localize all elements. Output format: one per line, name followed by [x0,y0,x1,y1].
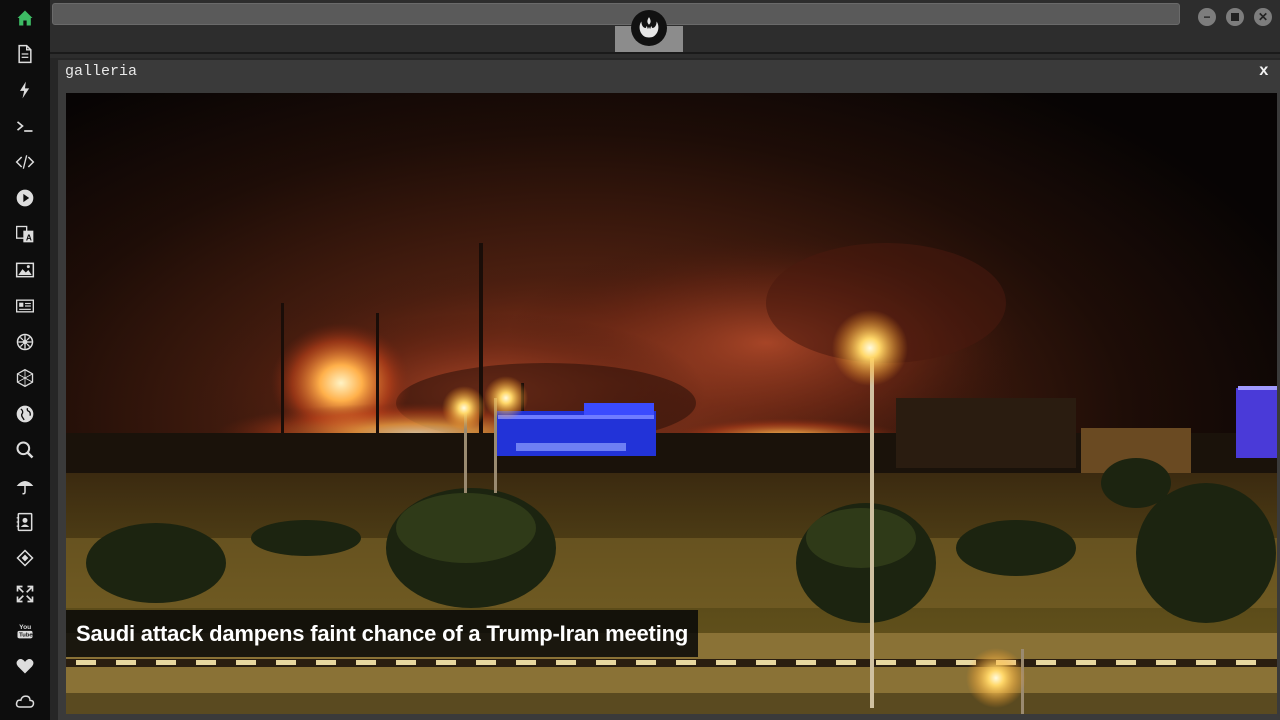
translate-icon[interactable]: A [13,222,37,246]
globe-icon[interactable] [13,402,37,426]
svg-text:You: You [19,624,31,631]
settings-icon[interactable] [13,330,37,354]
close-window-button[interactable]: ✕ [1254,8,1272,26]
contact-icon[interactable] [13,510,37,534]
document-icon[interactable] [13,42,37,66]
minimize-icon: − [1203,10,1211,24]
fullscreen-icon[interactable] [13,582,37,606]
maximize-icon [1231,13,1239,21]
image-icon[interactable] [13,258,37,282]
search-icon[interactable] [13,438,37,462]
cloud-icon[interactable] [13,690,37,714]
home-icon[interactable] [13,6,37,30]
minimize-button[interactable]: − [1198,8,1216,26]
code-icon[interactable] [13,150,37,174]
top-divider [50,52,1280,54]
maximize-button[interactable] [1226,8,1244,26]
close-icon: ✕ [1257,10,1269,24]
image-caption: Saudi attack dampens faint chance of a T… [66,610,699,657]
news-icon[interactable] [13,294,37,318]
svg-text:A: A [26,233,32,243]
network-icon[interactable] [13,366,37,390]
play-icon[interactable] [13,186,37,210]
svg-text:Tube: Tube [19,633,33,639]
panel-title: galleria [65,63,138,80]
umbrella-icon[interactable] [13,474,37,498]
address-bar[interactable] [52,3,1180,25]
rebel-alliance-icon[interactable] [631,10,667,46]
terminal-icon[interactable] [13,114,37,138]
youtube-icon[interactable]: You Tube [13,618,37,642]
sidebar: A You Tube [0,0,50,720]
panel-close-button[interactable]: x [1259,62,1269,80]
heart-icon[interactable] [13,654,37,678]
transfer-icon[interactable] [13,546,37,570]
lightning-icon[interactable] [13,78,37,102]
